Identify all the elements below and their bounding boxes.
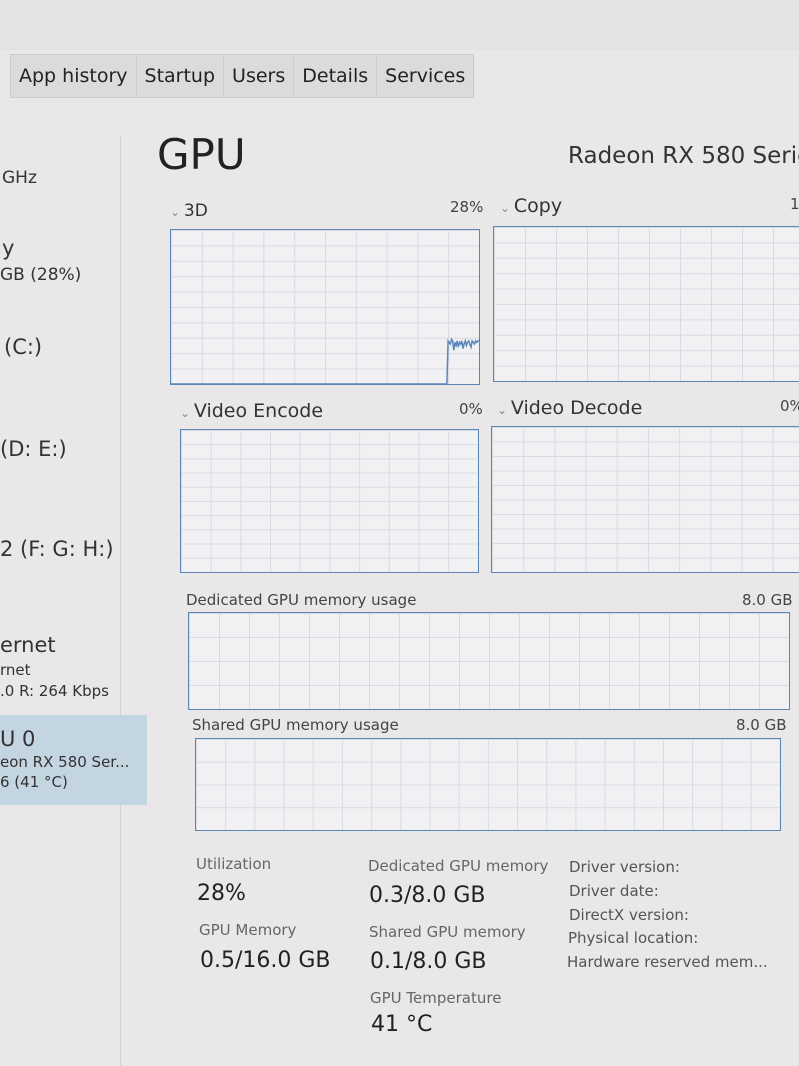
sidebar-disk-de[interactable]: (D: E:) — [0, 437, 67, 461]
title-bar — [0, 0, 799, 50]
engine-3d-value: 28% — [450, 198, 484, 216]
tab-bar: App history Startup Users Details Servic… — [10, 54, 475, 98]
chevron-down-icon: ⌄ — [500, 201, 514, 215]
hardware-reserved-memory-label: Hardware reserved mem... — [567, 953, 768, 971]
engine-video-decode-selector[interactable]: ⌄ Video Decode — [497, 397, 642, 419]
sidebar-memory-title[interactable]: y — [2, 236, 14, 260]
dedicated-memory-graph — [188, 612, 790, 710]
sidebar-disk-c[interactable]: (C:) — [4, 335, 42, 359]
engine-video-encode-label: Video Encode — [193, 400, 324, 422]
dedicated-memory-max: 8.0 GB — [742, 591, 793, 609]
engine-video-decode-value: 0% — [780, 397, 799, 415]
page-title: GPU — [157, 130, 246, 179]
engine-video-encode-selector[interactable]: ⌄ Video Encode — [180, 400, 323, 422]
chevron-down-icon: ⌄ — [180, 406, 194, 420]
sidebar-ethernet-value[interactable]: .0 R: 264 Kbps — [0, 682, 109, 700]
sidebar-cpu-speed[interactable]: GHz — [2, 168, 37, 188]
chevron-down-icon: ⌄ — [170, 205, 184, 219]
gpu-memory-label: GPU Memory — [199, 921, 297, 939]
engine-video-decode-graph — [491, 426, 799, 573]
sidebar-ethernet-title[interactable]: ernet — [0, 633, 56, 657]
sidebar-disk-fgh[interactable]: 2 (F: G: H:) — [0, 537, 114, 561]
engine-3d-label: 3D — [183, 201, 208, 221]
engine-3d-usage-line — [171, 337, 479, 384]
engine-video-decode-label: Video Decode — [510, 397, 643, 419]
engine-3d-selector[interactable]: ⌄ 3D — [170, 201, 208, 221]
engine-video-encode-value: 0% — [459, 400, 483, 418]
driver-version-label: Driver version: — [569, 858, 680, 876]
engine-copy-selector[interactable]: ⌄ Copy — [500, 195, 562, 217]
dedicated-memory-stat-label: Dedicated GPU memory — [368, 857, 549, 875]
shared-memory-label: Shared GPU memory usage — [192, 716, 399, 734]
sidebar-memory-value[interactable]: GB (28%) — [0, 265, 81, 285]
shared-memory-graph — [195, 738, 781, 831]
engine-3d-series — [171, 337, 479, 384]
dedicated-memory-stat-value: 0.3/8.0 GB — [369, 883, 486, 908]
dedicated-memory-label: Dedicated GPU memory usage — [186, 591, 417, 609]
tab-startup[interactable]: Startup — [137, 55, 225, 97]
tab-users[interactable]: Users — [224, 55, 295, 97]
gpu-temperature-label: GPU Temperature — [370, 989, 502, 1007]
engine-copy-value: 1 — [790, 195, 799, 213]
engine-video-encode-graph — [180, 429, 479, 573]
gpu-temperature-value: 41 °C — [371, 1012, 433, 1037]
sidebar-gpu-name[interactable]: eon RX 580 Ser... — [0, 753, 129, 771]
tab-app-history[interactable]: App history — [11, 55, 137, 97]
sidebar-ethernet-sub[interactable]: rnet — [0, 661, 31, 679]
sidebar-gpu-title[interactable]: U 0 — [0, 727, 35, 751]
engine-copy-graph — [493, 226, 799, 382]
engine-copy-label: Copy — [513, 195, 563, 217]
chevron-down-icon: ⌄ — [497, 403, 511, 417]
sidebar-gpu-value[interactable]: 6 (41 °C) — [0, 773, 68, 791]
gpu-memory-value: 0.5/16.0 GB — [200, 948, 331, 973]
utilization-value: 28% — [197, 881, 246, 906]
device-name: Radeon RX 580 Serie — [568, 143, 799, 169]
tab-services[interactable]: Services — [377, 55, 473, 97]
tab-details[interactable]: Details — [294, 55, 378, 97]
shared-memory-stat-label: Shared GPU memory — [369, 923, 526, 941]
sidebar-divider — [120, 135, 121, 1066]
utilization-label: Utilization — [196, 855, 272, 873]
shared-memory-max: 8.0 GB — [736, 716, 787, 734]
engine-3d-graph — [170, 229, 480, 385]
shared-memory-stat-value: 0.1/8.0 GB — [370, 949, 487, 974]
directx-version-label: DirectX version: — [569, 906, 689, 924]
driver-date-label: Driver date: — [569, 882, 659, 900]
physical-location-label: Physical location: — [568, 929, 699, 947]
